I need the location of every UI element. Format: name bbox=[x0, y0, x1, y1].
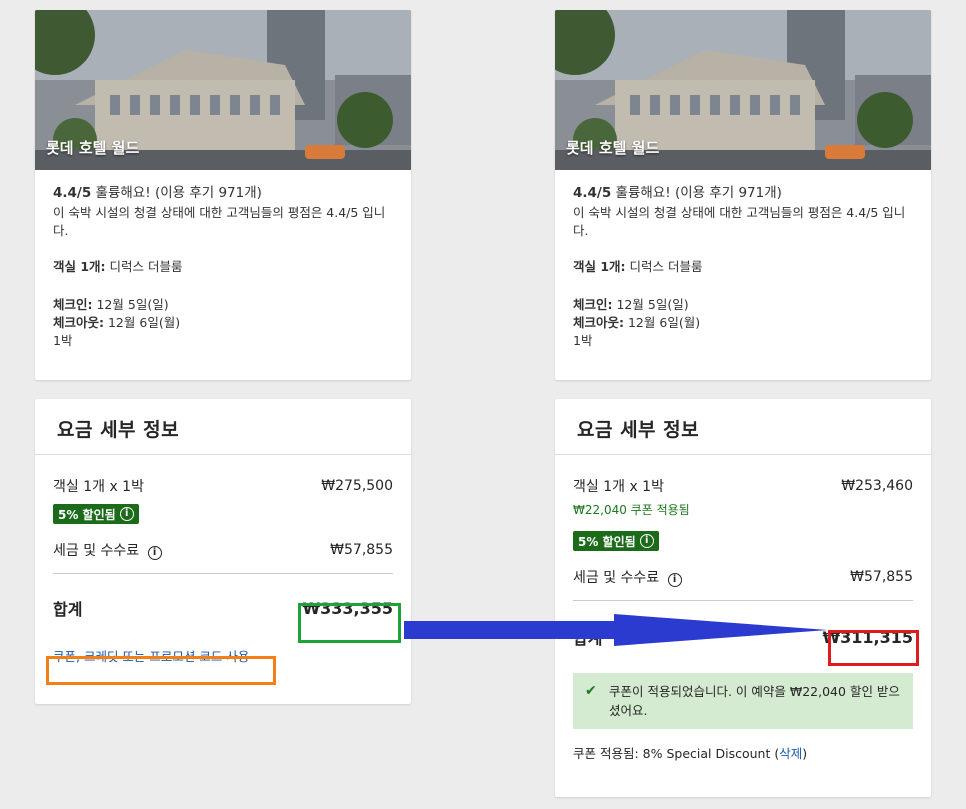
applied-prefix: 쿠폰 적용됨: 8% Special Discount ( bbox=[573, 746, 780, 761]
discount-badge-label: 5% 할인됨 bbox=[578, 534, 636, 549]
hotel-summary-card-right: 롯데 호텔 월드 4.4/5 훌륭해요! (이용 후기 971개) 이 숙박 시… bbox=[555, 10, 931, 380]
checkin-value: 12월 5일(일) bbox=[616, 297, 689, 312]
checkout-value: 12월 6일(월) bbox=[107, 315, 181, 330]
coupon-applied-text: ₩22,040 쿠폰 적용됨 bbox=[573, 503, 690, 517]
tax-label: 세금 및 수수료 bbox=[573, 570, 660, 586]
checkout-info: 체크아웃: 12월 6일(월) bbox=[53, 314, 393, 332]
rating-line: 4.4/5 훌륭해요! (이용 후기 971개) bbox=[53, 184, 393, 202]
hotel-name: 롯데 호텔 월드 bbox=[46, 139, 140, 157]
nights: 1박 bbox=[573, 333, 593, 348]
price-details-title: 요금 세부 정보 bbox=[35, 399, 411, 455]
checkin-label: 체크인: bbox=[573, 297, 613, 312]
rating-word: 훌륭해요! bbox=[95, 185, 151, 201]
checkin-value: 12월 5일(일) bbox=[96, 297, 169, 312]
tax-value: ₩57,855 bbox=[850, 569, 913, 585]
info-circle-icon[interactable]: i bbox=[667, 573, 682, 587]
checkout-label: 체크아웃: bbox=[53, 315, 104, 330]
review-count: (이용 후기 971개) bbox=[154, 185, 262, 201]
price-details-card-right: 요금 세부 정보 객실 1개 x 1박 ₩253,460 ₩22,040 쿠폰 … bbox=[555, 399, 931, 797]
hotel-summary-card-left: 롯데 호텔 월드 4.4/5 훌륭해요! (이용 후기 971개) 이 숙박 시… bbox=[35, 10, 411, 380]
checkmark-icon: ✔ bbox=[585, 683, 597, 699]
rating-line: 4.4/5 훌륭해요! (이용 후기 971개) bbox=[573, 184, 913, 202]
discount-badge-label: 5% 할인됨 bbox=[58, 507, 116, 522]
info-circle-icon[interactable]: i bbox=[119, 507, 134, 521]
room-value: 디럭스 더블룸 bbox=[109, 259, 183, 274]
room-info: 객실 1개: 디럭스 더블룸 bbox=[573, 258, 913, 276]
remove-coupon-link[interactable]: 삭제 bbox=[779, 746, 802, 761]
right-arrow-icon bbox=[404, 614, 828, 646]
divider bbox=[573, 600, 913, 601]
room-info: 객실 1개: 디럭스 더블룸 bbox=[53, 258, 393, 276]
tax-row: 세금 및 수수료 i ₩57,855 bbox=[53, 540, 393, 560]
total-label: 합계 bbox=[53, 600, 83, 619]
total-highlight-box-red bbox=[828, 630, 919, 666]
rating-score: 4.4/5 bbox=[573, 185, 612, 201]
applied-coupon-line: 쿠폰 적용됨: 8% Special Discount (삭제) bbox=[573, 743, 913, 762]
review-count: (이용 후기 971개) bbox=[674, 185, 782, 201]
checkin-label: 체크인: bbox=[53, 297, 93, 312]
discount-badge[interactable]: 5% 할인됨 i bbox=[53, 504, 139, 524]
info-circle-icon[interactable]: i bbox=[147, 546, 162, 560]
checkout-value: 12월 6일(월) bbox=[627, 315, 701, 330]
room-price-row: 객실 1개 x 1박 ₩275,500 bbox=[53, 476, 393, 496]
nights: 1박 bbox=[53, 333, 73, 348]
checkin-info: 체크인: 12월 5일(일) bbox=[573, 296, 913, 314]
coupon-success-message: ✔ 쿠폰이 적용되었습니다. 이 예약을 ₩22,040 할인 받으셨어요. bbox=[573, 673, 913, 729]
room-label: 객실 1개: bbox=[53, 259, 106, 274]
room-price: ₩275,500 bbox=[321, 478, 393, 494]
room-value: 디럭스 더블룸 bbox=[629, 259, 703, 274]
total-highlight-box-green bbox=[298, 603, 401, 643]
room-line-label: 객실 1개 x 1박 bbox=[53, 479, 144, 495]
hotel-photo: 롯데 호텔 월드 bbox=[555, 10, 931, 170]
tax-row: 세금 및 수수료 i ₩57,855 bbox=[573, 567, 913, 587]
room-line-label: 객실 1개 x 1박 bbox=[573, 479, 664, 495]
hotel-name: 롯데 호텔 월드 bbox=[566, 139, 660, 157]
discount-badge[interactable]: 5% 할인됨 i bbox=[573, 531, 659, 551]
success-text: 쿠폰이 적용되었습니다. 이 예약을 ₩22,040 할인 받으셨어요. bbox=[609, 684, 900, 718]
checkin-info: 체크인: 12월 5일(일) bbox=[53, 296, 393, 314]
rating-score: 4.4/5 bbox=[53, 185, 92, 201]
cleanliness-text: 이 숙박 시설의 청결 상태에 대한 고객님들의 평점은 4.4/5 입니다. bbox=[53, 205, 386, 238]
tax-label: 세금 및 수수료 bbox=[53, 543, 140, 559]
checkout-info: 체크아웃: 12월 6일(월) bbox=[573, 314, 913, 332]
rating-word: 훌륭해요! bbox=[615, 185, 671, 201]
hotel-photo: 롯데 호텔 월드 bbox=[35, 10, 411, 170]
divider bbox=[53, 573, 393, 574]
room-label: 객실 1개: bbox=[573, 259, 626, 274]
applied-suffix: ) bbox=[802, 746, 808, 761]
room-price-row: 객실 1개 x 1박 ₩253,460 bbox=[573, 476, 913, 496]
promo-highlight-box-orange bbox=[46, 656, 276, 685]
cleanliness-text: 이 숙박 시설의 청결 상태에 대한 고객님들의 평점은 4.4/5 입니다. bbox=[573, 205, 906, 238]
price-details-title: 요금 세부 정보 bbox=[555, 399, 931, 455]
info-circle-icon[interactable]: i bbox=[639, 534, 654, 548]
tax-value: ₩57,855 bbox=[330, 542, 393, 558]
room-price: ₩253,460 bbox=[841, 478, 913, 494]
checkout-label: 체크아웃: bbox=[573, 315, 624, 330]
